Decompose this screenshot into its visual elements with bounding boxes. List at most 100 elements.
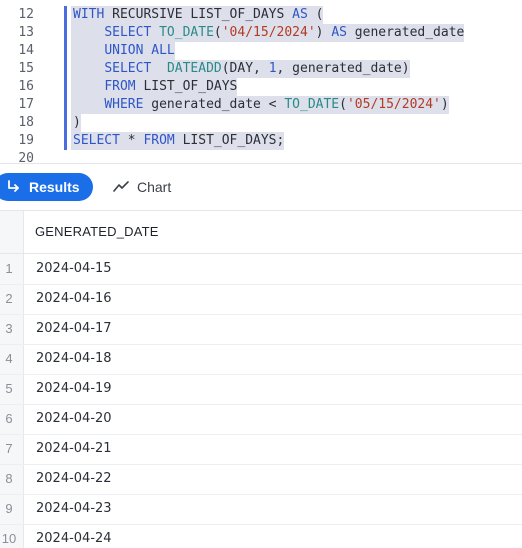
code-token: AS (292, 7, 308, 22)
code-token: DATEADD (166, 61, 222, 76)
column-header-row: GENERATED_DATE (0, 211, 522, 254)
row-index: 1 (5, 261, 13, 276)
table-row[interactable]: 3 2024-04-17 (0, 314, 522, 345)
selection-gutter-marker (64, 96, 67, 114)
code-line[interactable]: 19 SELECT * FROM LIST_OF_DAYS; (0, 132, 522, 150)
table-cell[interactable]: 2024-04-20 (36, 404, 112, 434)
table-cell[interactable]: 2024-04-15 (36, 254, 112, 284)
code-text: SELECT * FROM LIST_OF_DAYS; (73, 132, 284, 150)
code-line[interactable]: 18) (0, 114, 522, 132)
row-index: 2 (5, 291, 13, 306)
code-token: FROM (143, 133, 175, 148)
code-token: ) (315, 25, 332, 40)
row-index: 3 (5, 321, 13, 336)
sql-editor[interactable]: 12 WITH RECURSIVE LIST_OF_DAYS AS (13 SEL… (0, 0, 522, 163)
line-number: 20 (18, 151, 34, 163)
table-cell[interactable]: 2024-04-23 (36, 494, 112, 524)
row-index: 10 (1, 531, 17, 546)
code-token: generated_date < (143, 97, 285, 112)
column-header-generated-date[interactable]: GENERATED_DATE (35, 211, 159, 253)
line-number: 14 (18, 43, 34, 58)
table-cell[interactable]: 2024-04-21 (36, 434, 112, 464)
code-token: ( (339, 97, 347, 112)
code-token: '04/15/2024' (221, 25, 316, 40)
code-token: LIST_OF_DAYS; (174, 133, 285, 148)
line-number: 19 (18, 133, 34, 148)
code-text: WITH RECURSIVE LIST_OF_DAYS AS ( (73, 6, 323, 24)
row-index: 4 (5, 351, 13, 366)
code-token: LIST_OF_DAYS (135, 79, 238, 94)
line-number: 17 (18, 97, 34, 112)
table-cell[interactable]: 2024-04-22 (36, 464, 112, 494)
table-cell[interactable]: 2024-04-16 (36, 284, 112, 314)
row-index: 9 (5, 501, 13, 516)
line-number: 13 (18, 25, 34, 40)
selection-gutter-marker (64, 114, 67, 132)
code-token: TO_DATE (159, 25, 214, 40)
row-index: 6 (5, 411, 13, 426)
table-cell[interactable]: 2024-04-17 (36, 314, 112, 344)
table-row[interactable]: 6 2024-04-20 (0, 404, 522, 435)
selection-gutter-marker (64, 60, 67, 78)
table-cell[interactable]: 2024-04-24 (36, 524, 112, 548)
table-cell[interactable]: 2024-04-19 (36, 374, 112, 404)
code-text: SELECT TO_DATE('04/15/2024') AS generate… (73, 24, 464, 42)
line-number: 15 (18, 61, 34, 76)
code-token: FROM (104, 79, 136, 94)
code-text: UNION ALL (73, 42, 175, 60)
code-token: SELECT (73, 133, 120, 148)
tab-chart-label: Chart (137, 179, 172, 195)
code-line[interactable]: 13 SELECT TO_DATE('04/15/2024') AS gener… (0, 24, 522, 42)
selection-gutter-marker (64, 78, 67, 96)
line-chart-icon (113, 181, 129, 192)
table-row[interactable]: 2 2024-04-16 (0, 284, 522, 315)
tab-results[interactable]: Results (0, 173, 93, 201)
table-cell[interactable]: 2024-04-18 (36, 344, 112, 374)
code-token: ) (440, 97, 449, 112)
code-text: FROM LIST_OF_DAYS (73, 78, 237, 96)
code-token: AS (331, 25, 347, 40)
table-row[interactable]: 1 2024-04-15 (0, 254, 522, 285)
code-line[interactable]: 15 SELECT DATEADD(DAY, 1, generated_date… (0, 60, 522, 78)
row-index: 8 (5, 471, 13, 486)
table-row[interactable]: 10 2024-04-24 (0, 524, 522, 548)
table-row[interactable]: 5 2024-04-19 (0, 374, 522, 405)
code-token: RECURSIVE LIST_OF_DAYS (104, 7, 293, 22)
selection-gutter-marker (64, 42, 67, 60)
code-token: '05/15/2024' (346, 97, 441, 112)
code-token: ) (73, 115, 81, 130)
code-line[interactable]: 16 FROM LIST_OF_DAYS (0, 78, 522, 96)
code-token: UNION ALL (104, 43, 175, 58)
code-text: SELECT DATEADD(DAY, 1, generated_date) (73, 60, 410, 78)
code-token: TO_DATE (284, 97, 340, 112)
return-arrow-icon (8, 180, 19, 192)
code-text: ) (73, 114, 81, 132)
row-index: 5 (5, 381, 13, 396)
table-row[interactable]: 4 2024-04-18 (0, 344, 522, 375)
code-token: WHERE (104, 97, 144, 112)
code-token: , generated_date) (276, 61, 410, 76)
line-number: 16 (18, 79, 34, 94)
code-line[interactable]: 12 WITH RECURSIVE LIST_OF_DAYS AS ( (0, 6, 522, 24)
result-tabs: Results Chart (0, 164, 522, 211)
tab-results-label: Results (29, 179, 80, 195)
code-token: (DAY, (221, 61, 269, 76)
code-line[interactable]: 17 WHERE generated_date < TO_DATE('05/15… (0, 96, 522, 114)
code-line[interactable]: 14 UNION ALL (0, 42, 522, 60)
tab-chart[interactable]: Chart (113, 173, 171, 201)
table-row[interactable]: 8 2024-04-22 (0, 464, 522, 495)
line-number: 18 (18, 115, 34, 130)
results-grid[interactable]: GENERATED_DATE 1 2024-04-15 2 2024-04-16 3 20… (0, 211, 522, 548)
code-token: ( (213, 25, 222, 40)
table-row[interactable]: 7 2024-04-21 (0, 434, 522, 465)
table-row[interactable]: 9 2024-04-23 (0, 494, 522, 525)
code-line[interactable]: 20 (0, 150, 522, 163)
selection-gutter-marker (64, 24, 67, 42)
